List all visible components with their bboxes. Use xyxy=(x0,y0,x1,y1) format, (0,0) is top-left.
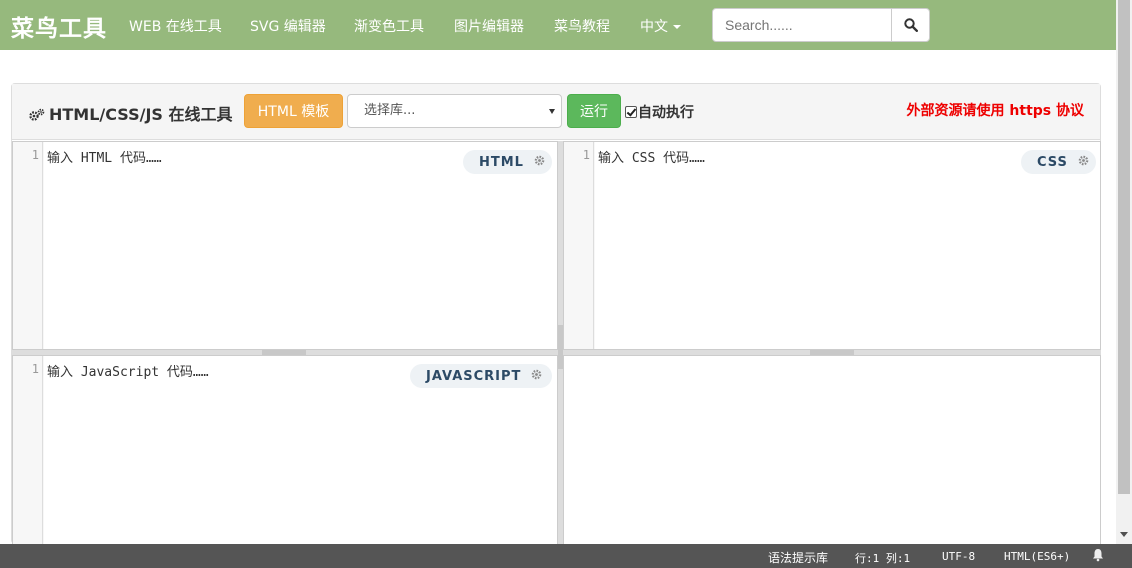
gear-icon[interactable] xyxy=(531,369,542,384)
css-editor-gutter: 1 xyxy=(564,142,594,349)
search-icon xyxy=(903,18,918,32)
library-select[interactable]: 选择库... xyxy=(347,94,562,128)
cogs-icon xyxy=(29,108,45,121)
language-dropdown[interactable]: 中文 xyxy=(640,16,681,36)
syntax-hint-library[interactable]: 语法提示库 xyxy=(768,549,828,566)
nav-item-image-editor[interactable]: 图片编辑器 xyxy=(454,16,524,36)
encoding-label: UTF-8 xyxy=(942,550,976,563)
scrollbar-thumb[interactable] xyxy=(1118,0,1130,494)
left-splitter-grip[interactable] xyxy=(262,350,306,355)
js-editor-placeholder: 输入 JavaScript 代码…… xyxy=(47,365,209,380)
search-input[interactable] xyxy=(713,9,891,41)
line-number: 1 xyxy=(582,148,590,162)
bell-icon[interactable] xyxy=(1092,548,1104,565)
caret-down-icon xyxy=(673,25,681,29)
gear-icon[interactable] xyxy=(534,155,545,170)
nav-item-tutorial[interactable]: 菜鸟教程 xyxy=(554,16,610,36)
css-editor-placeholder: 输入 CSS 代码…… xyxy=(598,151,705,166)
css-editor-body[interactable] xyxy=(595,142,1100,349)
line-number: 1 xyxy=(31,362,39,376)
html-template-button[interactable]: HTML 模板 xyxy=(244,94,343,128)
css-badge-label: CSS xyxy=(1037,154,1068,170)
caret-down-icon xyxy=(549,109,555,114)
top-navbar: 菜鸟工具 WEB 在线工具 SVG 编辑器 渐变色工具 图片编辑器 菜鸟教程 中… xyxy=(0,0,1116,50)
auto-run-toggle[interactable]: 自动执行 xyxy=(625,102,694,122)
panel-title-text: HTML/CSS/JS 在线工具 xyxy=(49,105,233,124)
mode-label: HTML(ES6+) xyxy=(1004,550,1071,563)
css-mode-badge[interactable]: CSS xyxy=(1021,150,1096,174)
js-badge-label: JAVASCRIPT xyxy=(426,368,522,384)
page-scrollbar[interactable] xyxy=(1116,0,1132,544)
nav-item-web-tools[interactable]: WEB 在线工具 xyxy=(129,16,222,36)
library-select-value: 选择库... xyxy=(364,103,416,118)
status-bar: 语法提示库 行:1 列:1 UTF-8 HTML(ES6+) xyxy=(0,544,1132,568)
html-editor-gutter: 1 xyxy=(13,142,43,349)
language-label: 中文 xyxy=(640,19,668,35)
search-form xyxy=(712,8,930,42)
scroll-down-arrow-icon[interactable] xyxy=(1120,532,1128,537)
run-button[interactable]: 运行 xyxy=(567,94,621,128)
js-mode-badge[interactable]: JAVASCRIPT xyxy=(410,364,552,388)
gear-icon[interactable] xyxy=(1078,155,1089,170)
right-splitter-grip[interactable] xyxy=(810,350,854,355)
auto-run-label: 自动执行 xyxy=(638,105,694,121)
result-preview-pane xyxy=(563,355,1101,545)
nav-item-gradient-tool[interactable]: 渐变色工具 xyxy=(354,16,424,36)
html-editor-placeholder: 输入 HTML 代码…… xyxy=(47,151,162,166)
auto-run-checkbox[interactable] xyxy=(625,106,637,118)
https-notice: 外部资源请使用 https 协议 xyxy=(906,103,1084,119)
cursor-position: 行:1 列:1 xyxy=(855,552,911,565)
html-badge-label: HTML xyxy=(479,154,524,170)
nav-item-svg-editor[interactable]: SVG 编辑器 xyxy=(250,16,326,36)
vertical-splitter-grip[interactable] xyxy=(558,325,563,369)
html-mode-badge[interactable]: HTML xyxy=(463,150,552,174)
panel-title: HTML/CSS/JS 在线工具 xyxy=(28,101,233,125)
panel-toolbar: HTML/CSS/JS 在线工具 HTML 模板 选择库... 运行 自动执行 … xyxy=(12,84,1100,140)
search-button[interactable] xyxy=(891,9,929,41)
css-editor[interactable]: 1 输入 CSS 代码…… CSS xyxy=(563,141,1101,350)
line-number: 1 xyxy=(31,148,39,162)
js-editor[interactable]: 1 输入 JavaScript 代码…… JAVASCRIPT xyxy=(12,355,558,545)
site-logo[interactable]: 菜鸟工具 xyxy=(11,9,107,43)
js-editor-gutter: 1 xyxy=(13,356,43,544)
html-editor[interactable]: 1 输入 HTML 代码…… HTML xyxy=(12,141,558,350)
